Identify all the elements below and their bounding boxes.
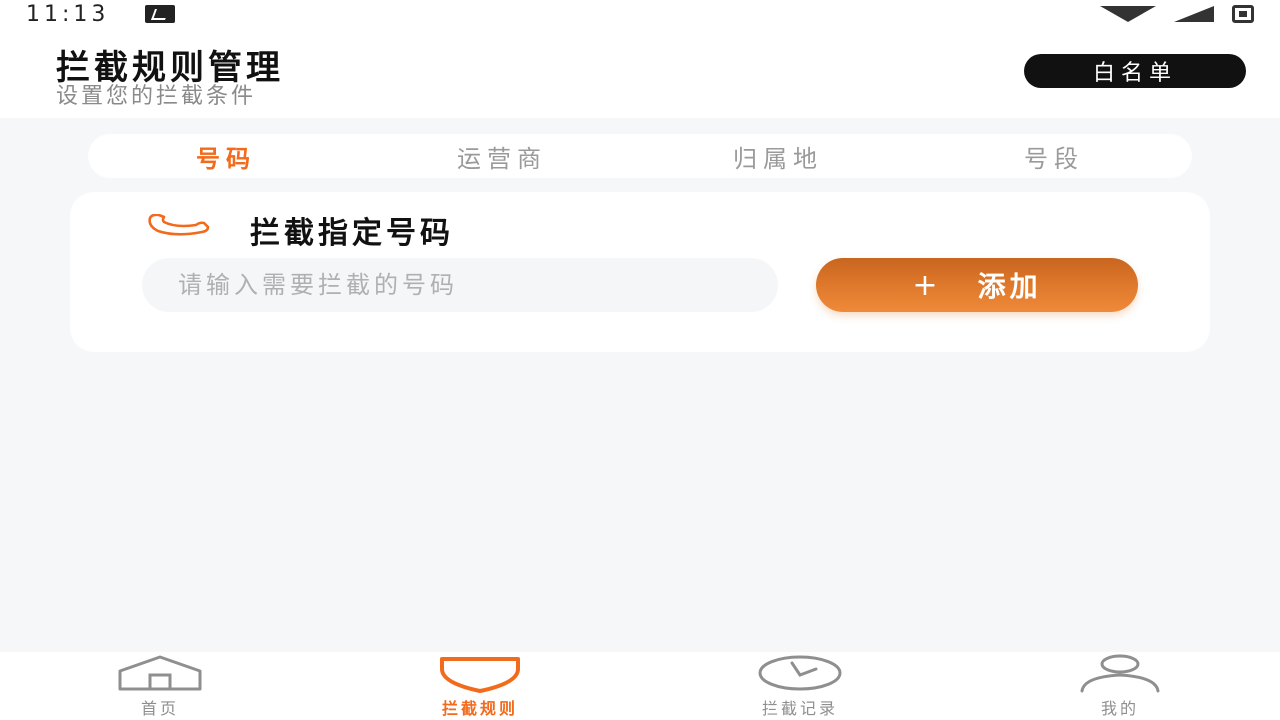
plus-icon: + (912, 267, 942, 303)
nav-label-records: 拦截记录 (761, 699, 838, 718)
add-button[interactable]: + 添加 (816, 258, 1138, 312)
shield-icon (440, 657, 520, 693)
block-number-input[interactable] (142, 258, 778, 312)
tab-number[interactable]: 号码 (88, 139, 364, 174)
nav-item-profile[interactable]: 我的 (960, 653, 1280, 719)
wifi-icon (1100, 6, 1156, 22)
nav-label-home: 首页 (140, 699, 179, 718)
status-bar: 11:13 (0, 0, 1280, 28)
nav-item-home[interactable]: 首页 (0, 653, 320, 719)
clock-icon (758, 655, 842, 691)
tab-region[interactable]: 归属地 (640, 139, 916, 174)
app-screen: 11:13 拦截规则管理 设置您的拦截条件 白名单 号码 运营商 归属地 号段 … (0, 0, 1280, 720)
bottom-nav: 首页 拦截规则 拦截记录 我的 (0, 652, 1280, 720)
nav-item-rules[interactable]: 拦截规则 (320, 653, 640, 719)
status-time: 11:13 (26, 1, 110, 27)
user-icon (1080, 654, 1160, 693)
add-button-label: 添加 (977, 270, 1042, 303)
whitelist-button[interactable]: 白名单 (1024, 54, 1246, 88)
battery-icon (1232, 5, 1254, 23)
status-left: 11:13 (26, 1, 176, 27)
tab-prefix[interactable]: 号段 (916, 139, 1192, 174)
rule-tab-bar: 号码 运营商 归属地 号段 (88, 134, 1192, 178)
nav-label-profile: 我的 (1100, 699, 1139, 718)
home-icon (118, 655, 202, 691)
phone-icon (148, 214, 210, 236)
tab-carrier[interactable]: 运营商 (364, 139, 640, 174)
notification-icon (145, 5, 176, 23)
nav-label-rules: 拦截规则 (441, 699, 518, 718)
block-number-card: 拦截指定号码 + 添加 (70, 192, 1210, 352)
status-right (1100, 5, 1254, 23)
card-title: 拦截指定号码 (250, 216, 454, 251)
signal-icon (1174, 6, 1214, 22)
page-subtitle: 设置您的拦截条件 (56, 84, 257, 109)
nav-item-records[interactable]: 拦截记录 (640, 653, 960, 719)
page-header: 拦截规则管理 设置您的拦截条件 白名单 (0, 28, 1280, 118)
